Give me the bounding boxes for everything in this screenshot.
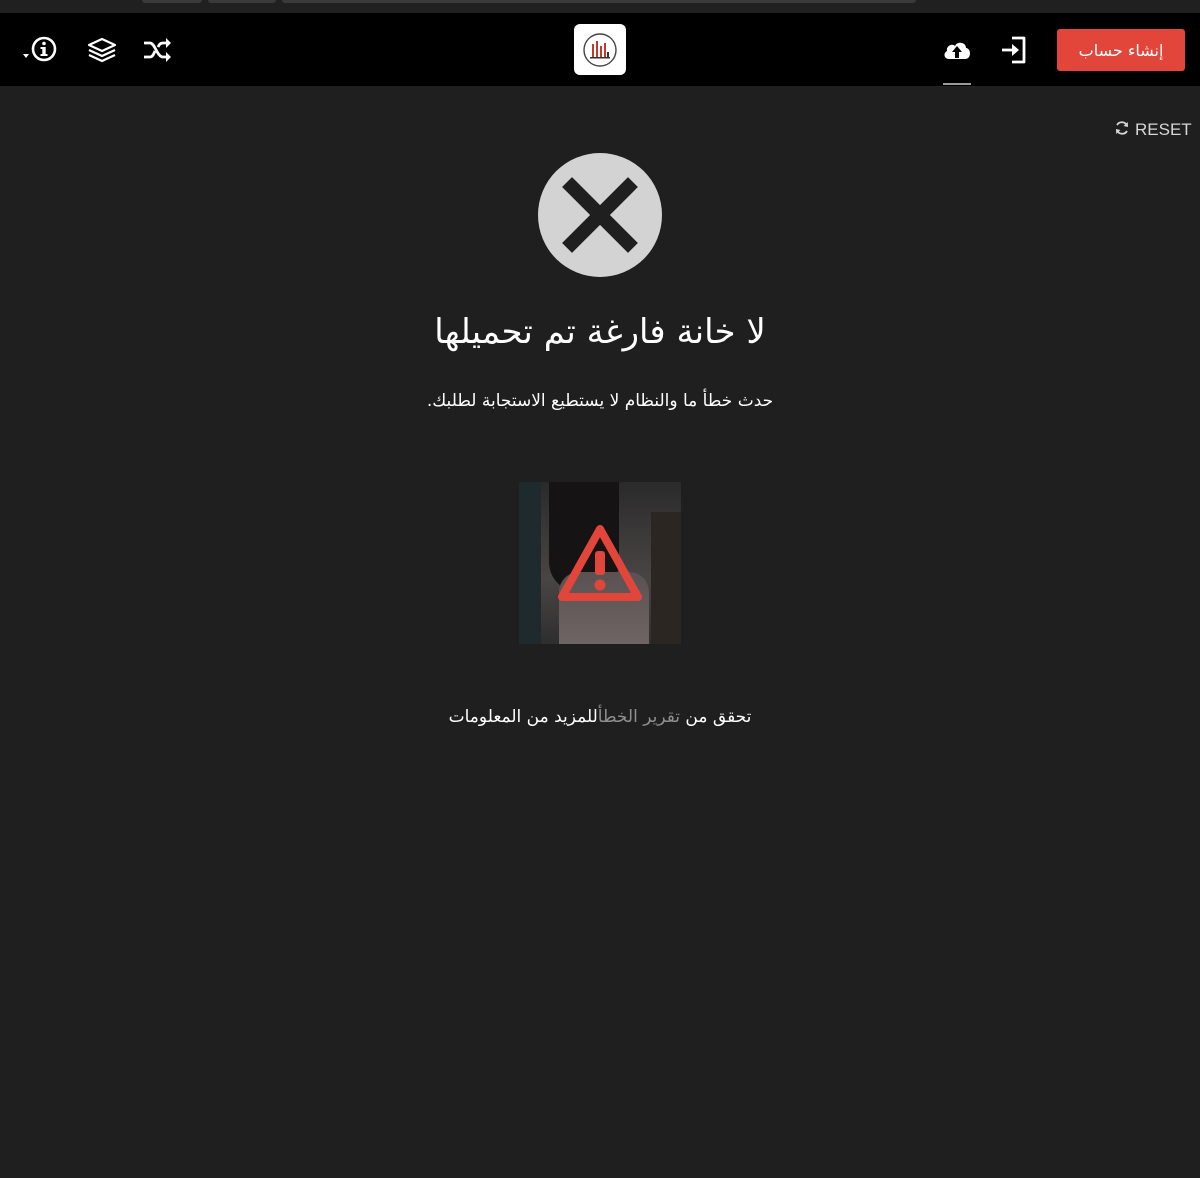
x-circle-icon (538, 153, 662, 277)
info-icon[interactable] (22, 34, 62, 66)
error-message: حدث خطأ ما والنظام لا يستطيع الاستجابة ل… (426, 391, 774, 411)
shuffle-icon[interactable] (141, 34, 173, 66)
layers-icon[interactable] (86, 34, 118, 66)
refresh-icon (1114, 120, 1130, 141)
browser-tab-strip (0, 0, 1200, 13)
more-info-prefix: تحقق من (680, 707, 752, 727)
address-bar[interactable] (282, 0, 916, 3)
failed-image-thumbnail (519, 482, 681, 644)
error-title: لا خانة فارغة تم تحميلها (434, 312, 766, 352)
warning-triangle-icon (519, 482, 681, 644)
error-report-link[interactable]: تقرير الخطأ (598, 707, 680, 727)
site-logo[interactable] (574, 24, 626, 75)
reset-label: RESET (1135, 120, 1192, 139)
sign-in-icon[interactable] (998, 34, 1030, 66)
more-info-suffix: للمزيد من المعلومات (448, 707, 598, 727)
cloud-upload-icon[interactable] (941, 34, 973, 66)
more-info-text: تحقق من تقرير الخطأللمزيد من المعلومات (0, 707, 1200, 727)
reset-button[interactable]: RESET (1114, 119, 1192, 141)
top-navigation-bar: إنشاء حساب (0, 13, 1200, 86)
browser-tab[interactable] (208, 0, 276, 3)
signup-button[interactable]: إنشاء حساب (1057, 29, 1185, 71)
browser-tab[interactable] (142, 0, 202, 3)
active-tab-indicator (943, 83, 971, 85)
